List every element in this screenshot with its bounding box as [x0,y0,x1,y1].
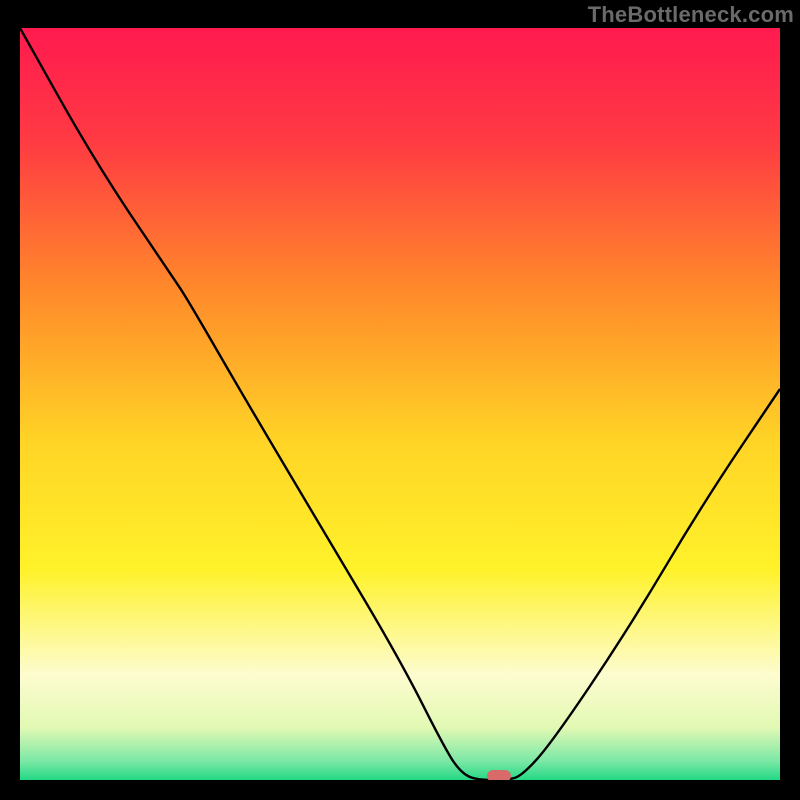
chart-frame: TheBottleneck.com [0,0,800,800]
curve-path [20,28,780,780]
optimal-marker [487,770,511,780]
bottleneck-curve [20,28,780,780]
watermark-text: TheBottleneck.com [588,2,794,28]
plot-area [20,28,780,780]
